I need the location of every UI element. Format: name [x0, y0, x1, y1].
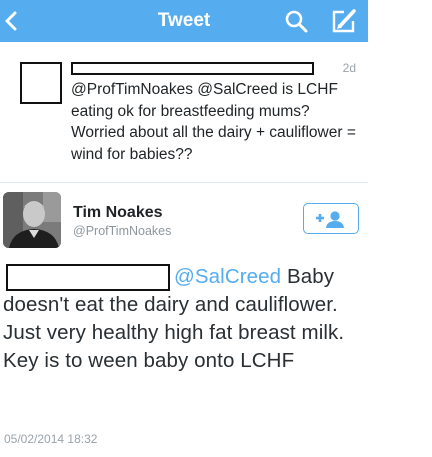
screen-title: Tweet	[157, 10, 211, 31]
mention-link[interactable]: @SalCreed	[174, 265, 281, 288]
tweet-detail-view: Tweet 2d @ProfTimNoakes @SalCreed is LCH…	[0, 0, 368, 457]
author-name[interactable]: Tim Noakes	[73, 204, 163, 222]
author-avatar[interactable]	[3, 192, 61, 248]
divider	[0, 182, 368, 183]
author-handle[interactable]: @ProfTimNoakes	[73, 224, 171, 238]
add-user-icon	[316, 211, 344, 228]
top-navigation-bar: Tweet	[0, 0, 368, 42]
search-icon[interactable]	[284, 9, 308, 33]
parent-author-redacted	[71, 62, 314, 75]
tweet-text: @SalCreed Baby doesn't eat the dairy and…	[3, 263, 365, 375]
twitter-app-screen: Tweet 2d @ProfTimNoakes @SalCreed is LCH…	[0, 0, 432, 457]
author-photo	[3, 192, 61, 248]
chevron-left-icon[interactable]	[3, 10, 19, 32]
tweet-timestamp: 05/02/2014 18:32	[4, 432, 98, 446]
parent-tweet-text: @ProfTimNoakes @SalCreed is LCHF eating …	[71, 81, 356, 163]
parent-avatar-redacted	[20, 62, 62, 104]
parent-timestamp: 2d	[342, 61, 356, 75]
compose-icon[interactable]	[330, 8, 358, 34]
follow-button[interactable]	[303, 203, 359, 234]
parent-tweet[interactable]: 2d @ProfTimNoakes @SalCreed is LCHF eati…	[0, 42, 368, 182]
